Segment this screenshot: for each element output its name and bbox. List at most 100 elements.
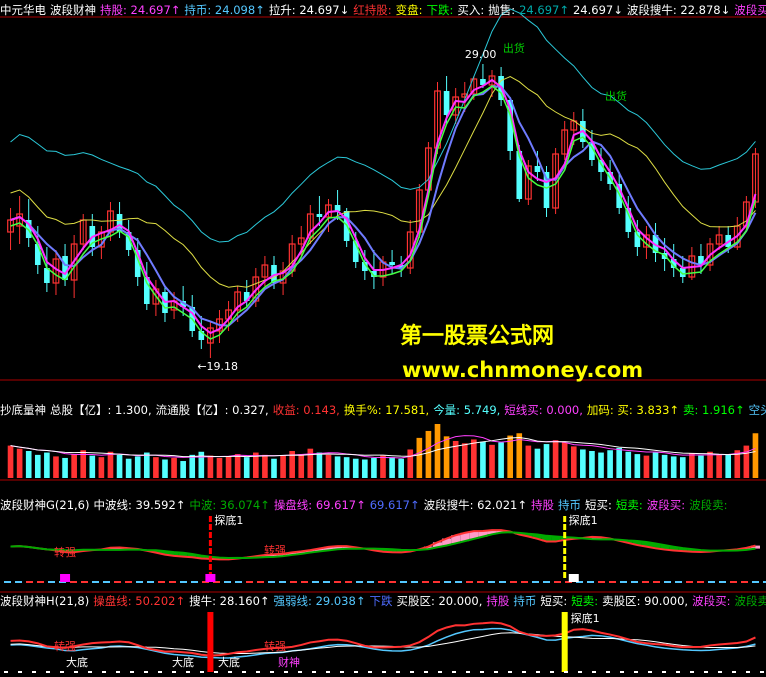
g-signal-dash — [290, 581, 297, 583]
g-signal-dash — [158, 581, 165, 583]
volume-bar — [389, 457, 395, 478]
volume-bar — [434, 424, 441, 478]
volume-bar — [207, 455, 214, 478]
g-signal-dash — [136, 581, 143, 583]
h-bottom-label: 大底 — [218, 655, 240, 669]
vol-header-item: 流通股【亿】: 0.327, — [155, 403, 269, 417]
main-header-item: 持币: 24.098↑ — [184, 3, 265, 17]
g-signal-dash — [70, 581, 77, 583]
g-strong-label: 转强 — [264, 543, 286, 557]
g-header-item: 波段买: — [646, 498, 686, 512]
volume-bar — [725, 454, 732, 478]
volume-bar — [298, 454, 305, 478]
watermark-title: 第一股票公式网 — [400, 324, 555, 349]
volume-bar — [570, 446, 577, 478]
h-dot — [648, 671, 652, 673]
h-dot — [438, 671, 442, 673]
g-signal-dash — [356, 581, 363, 583]
g-signal-dash — [26, 581, 33, 583]
volume-bar — [44, 452, 50, 478]
g-signal-dash — [510, 581, 517, 583]
h-header-item: 持股 — [486, 594, 510, 608]
g-signal-dash — [37, 581, 44, 583]
volume-bar — [625, 451, 632, 478]
volume-header: 抄底量神 总股【亿】: 1.300, 流通股【亿】: 0.327, 收益: 0.143… — [0, 402, 766, 418]
g-signal-dash — [620, 581, 627, 583]
main-header: 中元华电 波段财神 持股: 24.697↑ 持币: 24.098↑ 拉升: 24.697… — [0, 2, 766, 18]
volume-bar — [352, 458, 359, 478]
volume-bar — [334, 456, 341, 478]
h-dot — [60, 671, 64, 673]
volume-bar — [607, 450, 613, 478]
volume-bar — [16, 448, 23, 478]
candle-body — [516, 151, 523, 199]
g-signal-dash — [312, 581, 319, 583]
g-signal-dash — [378, 581, 385, 583]
volume-bar — [461, 443, 468, 478]
g-signal-dash — [477, 581, 484, 583]
vol-header-item: 加码: 买: 3.833↑ — [586, 403, 680, 417]
h-dot — [662, 671, 666, 673]
g-signal-dash — [191, 581, 198, 583]
g-signal-dash — [279, 581, 286, 583]
main-header-item: 持股: 24.697↑ — [100, 3, 181, 17]
h-dot — [522, 671, 526, 673]
h-dot — [102, 671, 106, 673]
g-signal-dash — [730, 581, 737, 583]
h-dot — [158, 671, 162, 673]
g-signal-dash — [257, 581, 264, 583]
g-signal-dash — [455, 581, 462, 583]
main-header-item: 拉升: 24.697↓ — [268, 3, 350, 17]
g-signal-dash — [686, 581, 693, 583]
g-signal-dash — [433, 581, 440, 583]
h-dot — [32, 671, 36, 673]
volume-bar — [643, 455, 650, 478]
g-signal-dash — [708, 581, 715, 583]
g-signal-dash — [323, 581, 330, 583]
main-header-item: 下跌: — [426, 3, 454, 17]
g-signal-block — [568, 574, 579, 582]
g-header-item: 69.617↑ — [369, 498, 420, 512]
g-signal-dash — [587, 581, 594, 583]
h-dot — [144, 671, 148, 673]
g-signal-dash — [147, 581, 154, 583]
g-signal-dash — [598, 581, 605, 583]
band-upper — [10, 8, 756, 243]
h-header-item: 持币 — [513, 594, 537, 608]
h-dot — [536, 671, 540, 673]
g-probe-label: 探底1 — [214, 513, 243, 527]
g-signal-dash — [719, 581, 726, 583]
volume-bar — [271, 458, 277, 478]
volume-bar — [634, 454, 641, 478]
volume-bar — [507, 435, 513, 478]
main-header-item: 24.697↑ — [519, 3, 569, 17]
h-header-item: 短卖: — [571, 594, 599, 608]
g-signal-dash — [532, 581, 539, 583]
h-strong-label: 转强 — [264, 639, 286, 653]
h-header-item: 搜牛: 28.160↑ — [189, 594, 270, 608]
g-signal-dash — [4, 581, 11, 583]
h-dot — [760, 671, 764, 673]
volume-bar — [143, 452, 150, 478]
h-dot — [74, 671, 78, 673]
h-dot — [200, 671, 204, 673]
g-signal-dash — [268, 581, 275, 583]
g-signal-dash — [92, 581, 99, 583]
g-signal-dash — [631, 581, 638, 583]
g-signal-dash — [180, 581, 187, 583]
volume-bar — [362, 459, 368, 478]
volume-bar — [425, 430, 432, 478]
vol-header-item: 短线买: 0.000, — [504, 403, 583, 417]
h-dot — [270, 671, 274, 673]
main-header-item: 波段财神 — [50, 3, 96, 17]
g-signal-block — [60, 574, 71, 582]
volume-bar — [262, 454, 268, 478]
volume-bar — [134, 456, 141, 478]
volume-bar — [543, 444, 550, 478]
volume-bar — [598, 452, 604, 478]
h-dot — [732, 671, 736, 673]
g-signal-dash — [125, 581, 132, 583]
volume-bar — [107, 451, 114, 478]
h-header-item: 波段买: — [692, 594, 731, 608]
vol-header-item: 换手%: 17.581, — [343, 403, 430, 417]
